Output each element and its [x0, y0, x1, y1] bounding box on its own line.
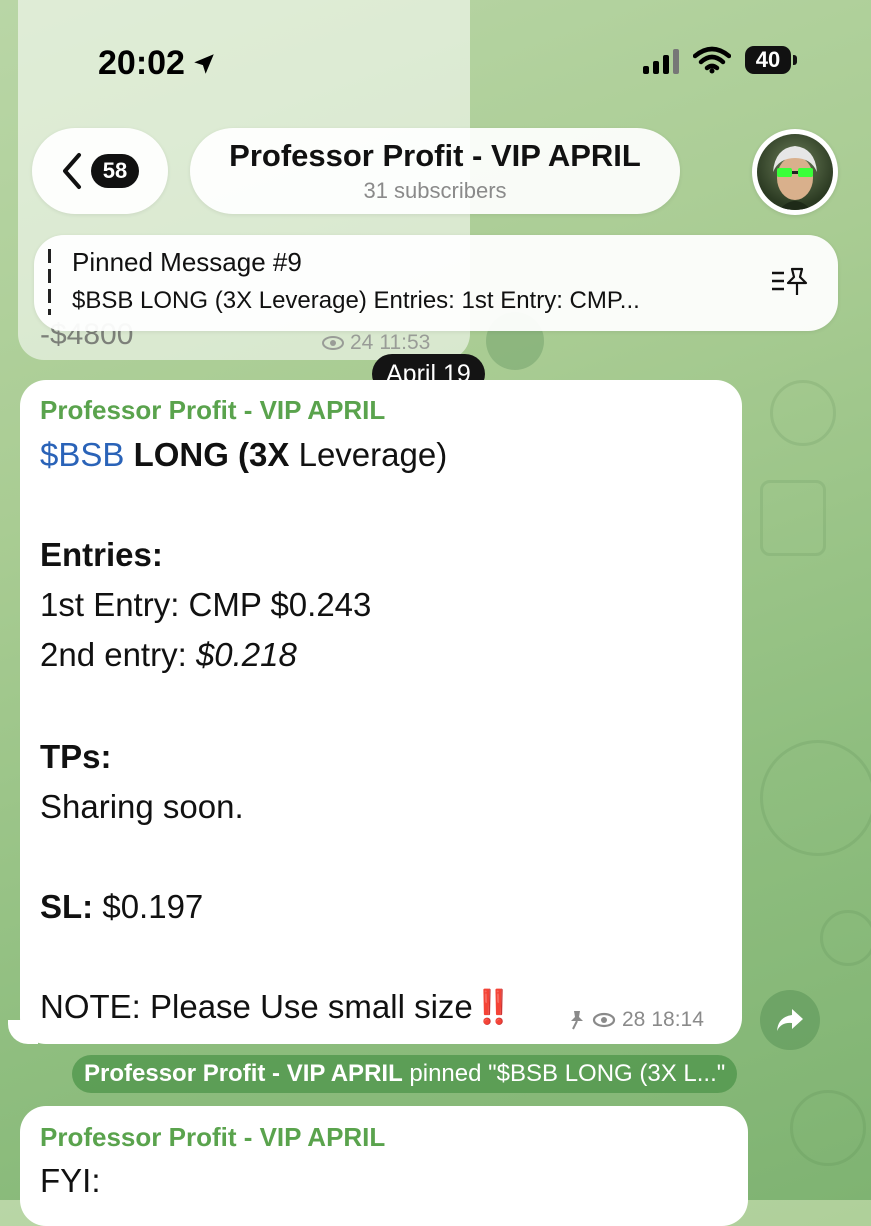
sl-value: $0.197 [102, 888, 204, 925]
note-line: NOTE: Please Use small size‼️ [40, 988, 514, 1027]
entries-label: Entries: [40, 536, 163, 573]
previous-message-time: 11:53 [379, 331, 431, 354]
pin-service-message[interactable]: Professor Profit - VIP APRIL pinned "$BS… [72, 1055, 738, 1093]
message-views: 28 [622, 1008, 646, 1031]
message-sender: Professor Profit - VIP APRIL [40, 395, 386, 425]
pinned-preview: $BSB LONG (3X Leverage) Entries: 1st Ent… [72, 287, 640, 314]
background-doodle [790, 1090, 866, 1166]
note-text: NOTE: Please Use small size [40, 988, 473, 1025]
pinned-indicator [48, 249, 51, 315]
ticker-link[interactable]: $BSB [40, 436, 124, 473]
cellular-signal-icon [643, 46, 679, 74]
chat-title-button[interactable]: Professor Profit - VIP APRIL 31 subscrib… [190, 128, 680, 214]
chat-title: Professor Profit - VIP APRIL [229, 138, 641, 173]
message-bubble[interactable] [20, 380, 742, 1044]
tps-text: Sharing soon. [40, 788, 244, 825]
leverage-suffix: Leverage) [298, 436, 448, 473]
location-arrow-icon [194, 53, 214, 74]
background-doodle [760, 740, 871, 856]
message-meta: 28 18:14 [568, 1008, 704, 1032]
pinned-list-icon[interactable] [770, 265, 810, 301]
background-doodle [770, 380, 836, 446]
long-label: LONG (3X [133, 436, 290, 473]
chat-subtitle: 31 subscribers [363, 178, 507, 203]
entry-1: 1st Entry: CMP $0.243 [40, 586, 372, 623]
entry-2-value: $0.218 [195, 636, 297, 673]
previous-message-views: 24 [350, 331, 374, 354]
avatar-image [757, 134, 833, 210]
sl-line: SL: $0.197 [40, 888, 203, 926]
next-message-text: FYI: [40, 1162, 101, 1199]
message-time: 18:14 [651, 1008, 704, 1031]
forward-button[interactable] [760, 990, 820, 1050]
battery-icon: 40 [745, 46, 797, 74]
status-right: 40 [643, 46, 797, 74]
back-button[interactable]: 58 [32, 128, 168, 214]
next-message-sender: Professor Profit - VIP APRIL [40, 1122, 386, 1152]
entry-2: 2nd entry: $0.218 [40, 636, 297, 674]
message-headline: $BSB LONG (3X Leverage) [40, 436, 447, 474]
sl-label: SL: [40, 888, 94, 925]
channel-avatar[interactable] [752, 129, 838, 215]
double-exclamation-emoji: ‼️ [472, 988, 514, 1025]
entry-2-label: 2nd entry: [40, 636, 187, 673]
eye-icon [322, 336, 344, 350]
service-text: pinned "$BSB LONG (3X L..." [409, 1060, 726, 1087]
service-actor: Professor Profit - VIP APRIL [84, 1060, 403, 1087]
pinned-title: Pinned Message #9 [72, 247, 302, 277]
battery-level: 40 [755, 47, 781, 72]
status-time-text: 20:02 [98, 44, 185, 82]
eye-icon [592, 1012, 616, 1028]
tps-label: TPs: [40, 738, 112, 775]
background-doodle [760, 480, 826, 556]
previous-message-meta: 24 11:53 [322, 331, 430, 355]
background-doodle [820, 910, 871, 966]
pin-icon [571, 1011, 583, 1030]
wifi-icon [693, 46, 731, 74]
pinned-message-bar[interactable]: Pinned Message #9 $BSB LONG (3X Leverage… [34, 235, 838, 331]
share-arrow-icon [777, 1009, 803, 1031]
status-time: 20:02 [98, 44, 217, 83]
chevron-left-icon [62, 153, 81, 189]
unread-count-badge: 58 [90, 154, 140, 188]
